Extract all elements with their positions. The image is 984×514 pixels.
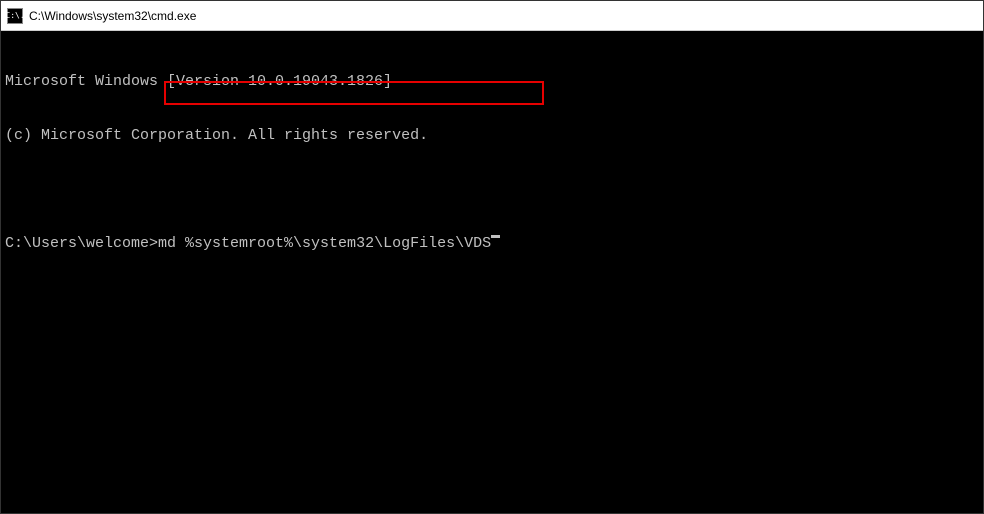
cmd-window: C:\. C:\Windows\system32\cmd.exe Microso… — [0, 0, 984, 514]
terminal-blank-line — [5, 181, 979, 199]
text-cursor — [491, 235, 500, 238]
terminal-output-line: (c) Microsoft Corporation. All rights re… — [5, 127, 979, 145]
title-bar[interactable]: C:\. C:\Windows\system32\cmd.exe — [1, 1, 983, 31]
window-title: C:\Windows\system32\cmd.exe — [29, 9, 196, 23]
terminal-command[interactable]: md %systemroot%\system32\LogFiles\VDS — [158, 235, 491, 253]
terminal-area[interactable]: Microsoft Windows [Version 10.0.19043.18… — [1, 31, 983, 513]
terminal-output-line: Microsoft Windows [Version 10.0.19043.18… — [5, 73, 979, 91]
terminal-prompt-line: C:\Users\welcome>md %systemroot%\system3… — [5, 235, 979, 253]
terminal-prompt: C:\Users\welcome> — [5, 235, 158, 253]
cmd-icon: C:\. — [7, 8, 23, 24]
